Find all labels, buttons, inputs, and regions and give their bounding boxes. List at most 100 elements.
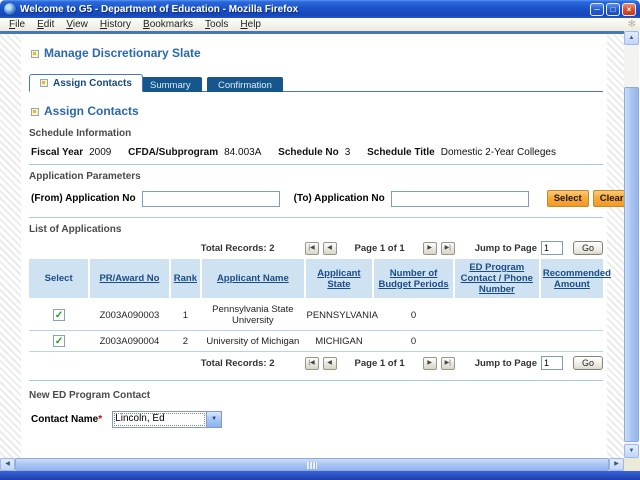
scroll-right-icon[interactable]: ▶ [609,458,624,471]
tab-bullet-icon [40,79,48,87]
scrollbar-corner [624,458,640,471]
jump-to-page-input[interactable] [541,356,563,370]
horizontal-scrollbar[interactable]: ◀ ▶ [0,458,624,471]
prev-page-button[interactable]: ◀ [323,357,337,370]
scroll-left-icon[interactable]: ◀ [0,458,15,471]
prev-page-button[interactable]: ◀ [323,242,337,255]
recommended-amount-cell [540,299,603,331]
window-bottom-border [0,471,640,480]
table-header-row: Select PR/Award No Rank Applicant Name A… [29,259,603,299]
schedule-no-label: Schedule No [278,147,339,158]
to-application-label: (To) Application No [294,193,385,204]
page-content: Manage Discretionary Slate Assign Contac… [21,34,607,458]
budget-periods-cell: 0 [373,331,453,352]
row-select-checkbox[interactable]: ✓ [53,335,65,347]
close-button[interactable]: × [622,3,636,16]
go-button[interactable]: Go [573,356,603,370]
menu-view[interactable]: View [60,19,94,30]
from-application-input[interactable] [142,191,280,207]
scroll-down-icon[interactable]: ▼ [624,444,639,458]
first-page-button[interactable]: |◀ [305,357,319,370]
column-ed-program-contact[interactable]: ED Program Contact / Phone Number [454,259,540,299]
applicant-state-cell: PENNSYLVANIA [305,299,374,331]
list-of-applications-heading: List of Applications [29,224,603,235]
contact-name-label: Contact Name* [31,414,102,425]
pr-award-no-cell: Z003A090004 [89,331,169,352]
jump-to-page-input[interactable] [541,241,563,255]
new-ed-program-contact-heading: New ED Program Contact [29,390,603,401]
from-application-label: (From) Application No [31,193,136,204]
schedule-heading: Schedule Information [29,128,603,139]
maximize-button[interactable]: □ [606,3,620,16]
bullet-square-icon [31,108,39,116]
tab-assign-contacts[interactable]: Assign Contacts [29,74,143,92]
clear-button[interactable]: Clear [593,190,624,207]
tab-confirmation[interactable]: Confirmation [207,77,283,92]
schedule-title-label: Schedule Title [367,147,435,158]
jump-to-page-label: Jump to Page [475,358,537,369]
to-application-input[interactable] [391,191,529,207]
row-select-checkbox[interactable]: ✓ [53,309,65,321]
go-button[interactable]: Go [573,241,603,255]
minimize-button[interactable]: ─ [590,3,604,16]
page-indicator: Page 1 of 1 [355,243,405,254]
application-parameters-row: (From) Application No (To) Application N… [31,190,603,207]
left-margin-stripes [0,34,21,458]
menu-file[interactable]: File [3,19,31,30]
scroll-up-icon[interactable]: ▲ [624,31,639,45]
next-page-button[interactable]: ▶ [423,242,437,255]
firefox-icon [4,3,16,15]
dropdown-arrow-icon: ▼ [206,412,221,427]
right-margin-stripes [607,34,624,458]
menu-bookmarks[interactable]: Bookmarks [137,19,199,30]
column-pr-award-no[interactable]: PR/Award No [89,259,169,299]
last-page-button[interactable]: ▶| [441,242,455,255]
menu-history[interactable]: History [94,19,137,30]
cfda-value: 84.003A [224,147,261,158]
menu-edit[interactable]: Edit [31,19,60,30]
vertical-scroll-thumb[interactable] [624,87,639,442]
last-page-button[interactable]: ▶| [441,357,455,370]
ed-contact-cell [454,331,540,352]
pagination-top: Total Records: 2 |◀ ◀ Page 1 of 1 ▶ ▶| J… [29,241,603,255]
page-title: Manage Discretionary Slate [31,46,603,60]
thumb-grip [307,462,317,469]
next-page-button[interactable]: ▶ [423,357,437,370]
vertical-scrollbar[interactable]: ▲ ▼ [624,31,639,458]
menu-tools[interactable]: Tools [199,19,234,30]
window-title: Welcome to G5 - Department of Education … [20,4,590,15]
contact-name-select[interactable]: Lincoln, Ed ▼ [112,411,222,428]
pagination-bottom: Total Records: 2 |◀ ◀ Page 1 of 1 ▶ ▶| J… [29,356,603,370]
column-rank[interactable]: Rank [170,259,202,299]
menu-help[interactable]: Help [234,19,267,30]
divider [29,164,603,165]
rank-cell: 1 [170,299,202,331]
pr-award-no-cell: Z003A090003 [89,299,169,331]
page-indicator: Page 1 of 1 [355,358,405,369]
table-row: ✓ Z003A090003 1 Pennsylvania State Unive… [29,299,603,331]
rank-cell: 2 [170,331,202,352]
divider [29,380,603,381]
horizontal-scroll-thumb[interactable] [15,458,609,471]
fiscal-year-label: Fiscal Year [31,147,83,158]
first-page-button[interactable]: |◀ [305,242,319,255]
required-asterisk: * [98,414,102,425]
tab-summary[interactable]: Summary [139,77,202,92]
section-title: Assign Contacts [31,104,603,118]
applicant-name-cell: University of Michigan [201,331,304,352]
column-applicant-state[interactable]: Applicant State [305,259,374,299]
contact-name-row: Contact Name* Lincoln, Ed ▼ [31,411,603,428]
ed-contact-cell [454,299,540,331]
contact-name-selected-value: Lincoln, Ed [113,412,206,427]
bullet-square-icon [31,50,39,58]
select-button[interactable]: Select [547,190,589,207]
titlebar: Welcome to G5 - Department of Education … [0,0,640,18]
column-budget-periods[interactable]: Number of Budget Periods [373,259,453,299]
applicant-name-cell: Pennsylvania State University [201,299,304,331]
schedule-no-value: 3 [345,147,351,158]
column-applicant-name[interactable]: Applicant Name [201,259,304,299]
jump-to-page-label: Jump to Page [475,243,537,254]
schedule-info-row: Fiscal Year2009 CFDA/Subprogram84.003A S… [31,147,603,158]
fiscal-year-value: 2009 [89,147,111,158]
column-recommended-amount[interactable]: Recommended Amount [540,259,603,299]
